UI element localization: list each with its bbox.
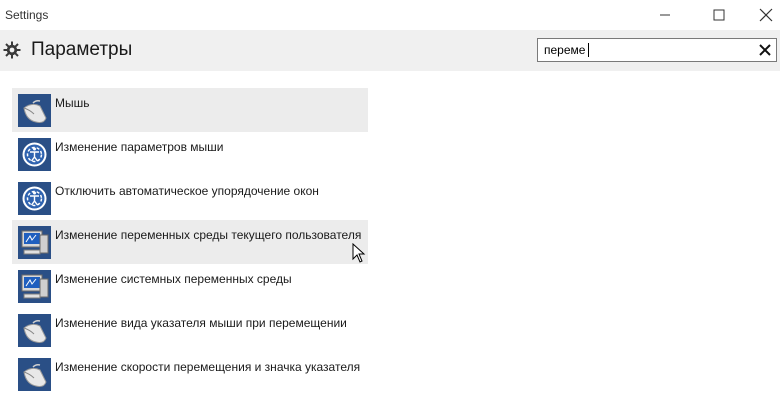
search-input[interactable] — [544, 42, 744, 58]
system-icon — [18, 226, 51, 259]
close-icon — [759, 8, 773, 22]
search-results-list: Мышь Изменение параметров мыши Отключить… — [12, 88, 368, 396]
result-item-user-env-vars[interactable]: Изменение переменных среды текущего поль… — [12, 220, 368, 264]
result-item-mouse[interactable]: Мышь — [12, 88, 368, 132]
result-item-pointer-trails[interactable]: Изменение вида указателя мыши при переме… — [12, 308, 368, 352]
close-icon[interactable] — [758, 43, 772, 57]
mouse-icon — [18, 314, 51, 347]
minimize-button[interactable] — [642, 0, 688, 30]
page-title: Параметры — [31, 39, 133, 60]
ease-of-access-icon — [18, 182, 51, 215]
result-item-disable-window-arrangement[interactable]: Отключить автоматическое упорядочение ок… — [12, 176, 368, 220]
result-item-mouse-settings[interactable]: Изменение параметров мыши — [12, 132, 368, 176]
settings-header: Параметры — [0, 30, 780, 71]
result-item-pointer-speed[interactable]: Изменение скорости перемещения и значка … — [12, 352, 368, 396]
result-label: Изменение системных переменных среды — [55, 272, 292, 286]
mouse-icon — [18, 358, 51, 391]
result-label: Изменение переменных среды текущего поль… — [55, 228, 362, 242]
result-label: Изменение вида указателя мыши при переме… — [55, 316, 347, 330]
gear-icon — [3, 41, 21, 59]
result-item-system-env-vars[interactable]: Изменение системных переменных среды — [12, 264, 368, 308]
result-label: Изменение скорости перемещения и значка … — [55, 360, 361, 374]
text-caret — [588, 43, 589, 57]
maximize-button[interactable] — [696, 0, 742, 30]
title-bar: Settings — [0, 0, 780, 30]
system-icon — [18, 270, 51, 303]
search-box[interactable] — [537, 38, 777, 62]
result-label: Изменение параметров мыши — [55, 140, 224, 154]
mouse-cursor-icon — [352, 243, 366, 263]
ease-of-access-icon — [18, 138, 51, 171]
maximize-icon — [713, 9, 725, 21]
app-title: Settings — [5, 8, 49, 22]
result-label: Мышь — [55, 96, 90, 110]
result-label: Отключить автоматическое упорядочение ок… — [55, 184, 319, 198]
mouse-icon — [18, 94, 51, 127]
minimize-icon — [660, 14, 670, 16]
close-button[interactable] — [743, 0, 780, 30]
